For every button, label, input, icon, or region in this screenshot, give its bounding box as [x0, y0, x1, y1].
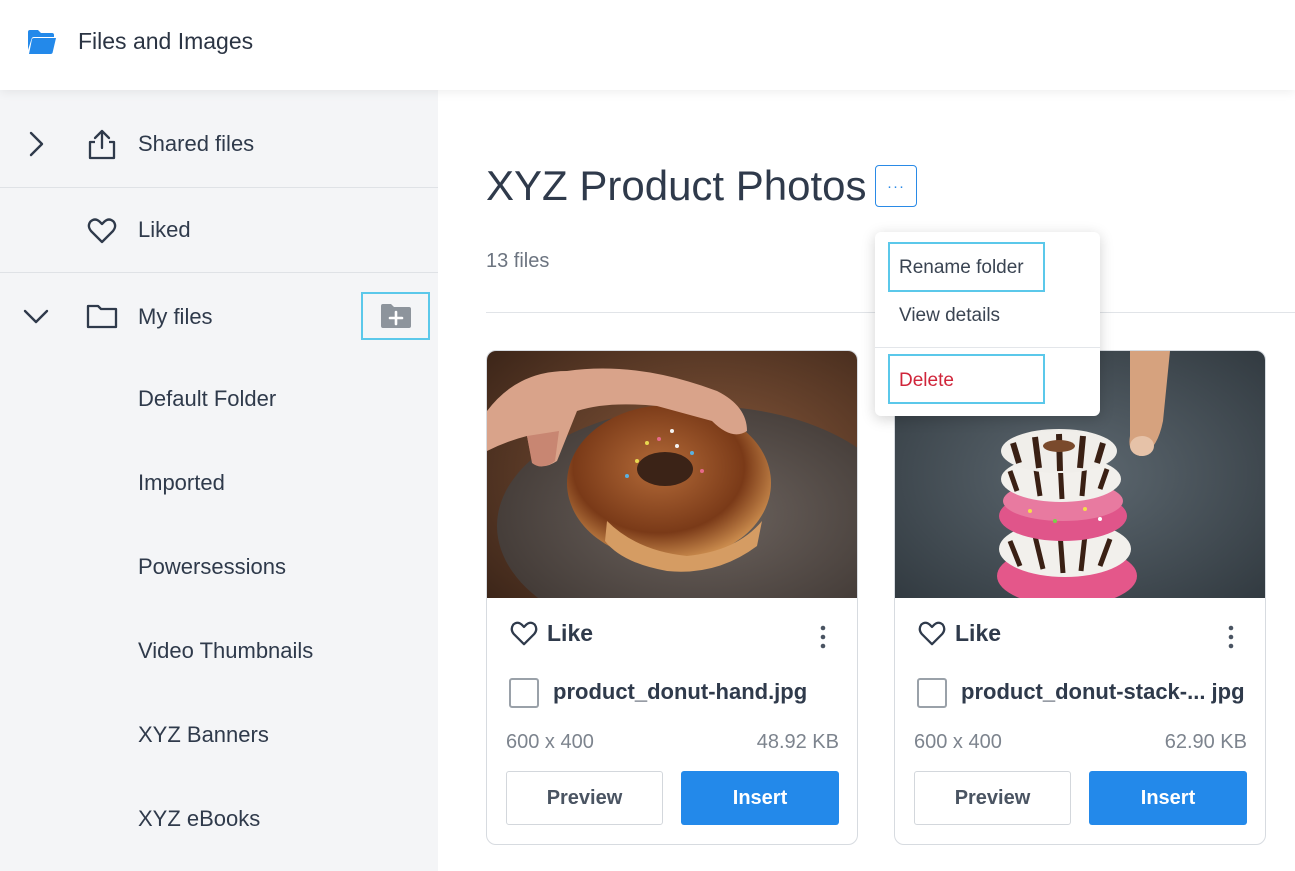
sidebar-item-label: Liked	[138, 217, 191, 242]
select-checkbox[interactable]	[917, 678, 947, 708]
page-title: XYZ Product Photos	[486, 162, 867, 209]
sidebar-item-liked[interactable]: Liked	[0, 188, 438, 272]
file-card: Like product_donut-stack-... jpg 600 x 4…	[894, 350, 1266, 845]
folder-icon	[86, 304, 118, 329]
preview-button[interactable]: Preview	[914, 771, 1071, 825]
sidebar: Shared files Liked My files Default Fold…	[0, 90, 438, 871]
sidebar-subfolder-powersessions[interactable]: Powersessions	[138, 554, 286, 580]
sidebar-subfolder-imported[interactable]: Imported	[138, 470, 225, 496]
menu-divider	[875, 347, 1100, 348]
menu-item-view-details[interactable]: View details	[899, 305, 1000, 327]
donut-hand-image	[487, 351, 857, 598]
new-folder-button[interactable]	[361, 292, 430, 340]
file-name: product_donut-hand.jpg	[553, 679, 808, 704]
sidebar-subfolder-video-thumbnails[interactable]: Video Thumbnails	[138, 638, 313, 664]
kebab-menu-icon[interactable]	[1221, 623, 1241, 651]
upload-icon	[88, 129, 116, 160]
heart-icon	[510, 621, 538, 646]
heart-icon	[918, 621, 946, 646]
main-content: XYZ Product Photos ··· 13 files Like pro…	[438, 90, 1295, 871]
folder-open-icon	[28, 30, 56, 54]
menu-item-delete[interactable]: Delete	[899, 370, 954, 392]
like-button[interactable]: Like	[509, 619, 593, 647]
insert-button[interactable]: Insert	[1089, 771, 1247, 825]
folder-options-button[interactable]: ···	[875, 165, 917, 207]
kebab-menu-icon[interactable]	[813, 623, 833, 651]
sidebar-subfolder-xyz-banners[interactable]: XYZ Banners	[138, 722, 269, 748]
sidebar-item-label: My files	[138, 304, 213, 329]
sidebar-subfolder-default-folder[interactable]: Default Folder	[138, 386, 276, 412]
sidebar-item-label: Shared files	[138, 131, 255, 156]
folder-options-menu: Rename folder View details Delete	[875, 232, 1100, 416]
like-label: Like	[955, 619, 1002, 646]
file-size: 62.90 KB	[1164, 731, 1247, 753]
image-dimensions: 600 x 400	[506, 731, 594, 753]
insert-button[interactable]: Insert	[681, 771, 839, 825]
chevron-right-icon[interactable]	[22, 130, 50, 158]
sidebar-subfolder-xyz-ebooks[interactable]: XYZ eBooks	[138, 806, 260, 832]
chevron-down-icon[interactable]	[22, 302, 50, 330]
file-size: 48.92 KB	[756, 731, 839, 753]
heart-icon	[87, 218, 117, 244]
new-folder-icon	[380, 304, 411, 328]
preview-button[interactable]: Preview	[506, 771, 663, 825]
image-dimensions: 600 x 400	[914, 731, 1002, 753]
image-thumbnail-donut-hand[interactable]	[487, 351, 857, 598]
app-header: Files and Images	[0, 0, 1295, 90]
like-button[interactable]: Like	[917, 619, 1001, 647]
file-count: 13 files	[486, 250, 550, 272]
select-checkbox[interactable]	[509, 678, 539, 708]
file-name: product_donut-stack-... jpg	[961, 679, 1245, 704]
menu-item-rename-folder[interactable]: Rename folder	[899, 257, 1024, 279]
sidebar-item-shared-files[interactable]: Shared files	[0, 90, 438, 187]
app-title: Files and Images	[78, 28, 254, 54]
file-card: Like product_donut-hand.jpg 600 x 400 48…	[486, 350, 858, 845]
like-label: Like	[547, 619, 594, 646]
